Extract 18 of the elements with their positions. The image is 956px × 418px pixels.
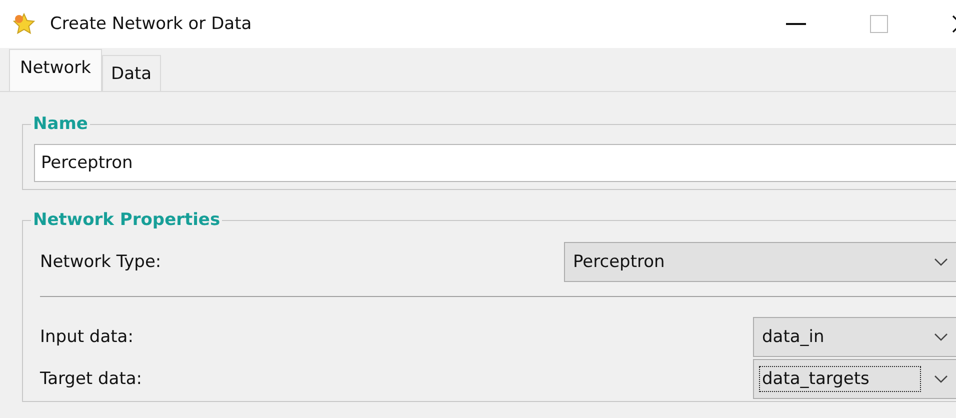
dropdown[interactable]: data_in (753, 317, 956, 357)
field-label: Input data: (40, 327, 134, 347)
group-title: Name (32, 114, 89, 134)
name-field[interactable]: Perceptron (34, 144, 956, 182)
group-title: Network Properties (32, 210, 222, 230)
chevron-down-icon (934, 333, 948, 341)
maximize-icon[interactable] (870, 15, 888, 33)
chevron-down-icon (934, 258, 948, 266)
field-label: Network Type: (40, 252, 162, 272)
dropdown[interactable]: Perceptron (564, 242, 956, 282)
tab[interactable]: Data (102, 55, 161, 91)
field-label: Target data: (40, 369, 144, 389)
dropdown[interactable]: data_targets (753, 359, 956, 399)
chevron-down-icon (934, 375, 948, 383)
window-title: Create Network or Data (50, 14, 252, 34)
tab[interactable]: Network (9, 49, 102, 91)
star-icon (12, 12, 36, 36)
minimize-icon[interactable] (786, 23, 806, 25)
